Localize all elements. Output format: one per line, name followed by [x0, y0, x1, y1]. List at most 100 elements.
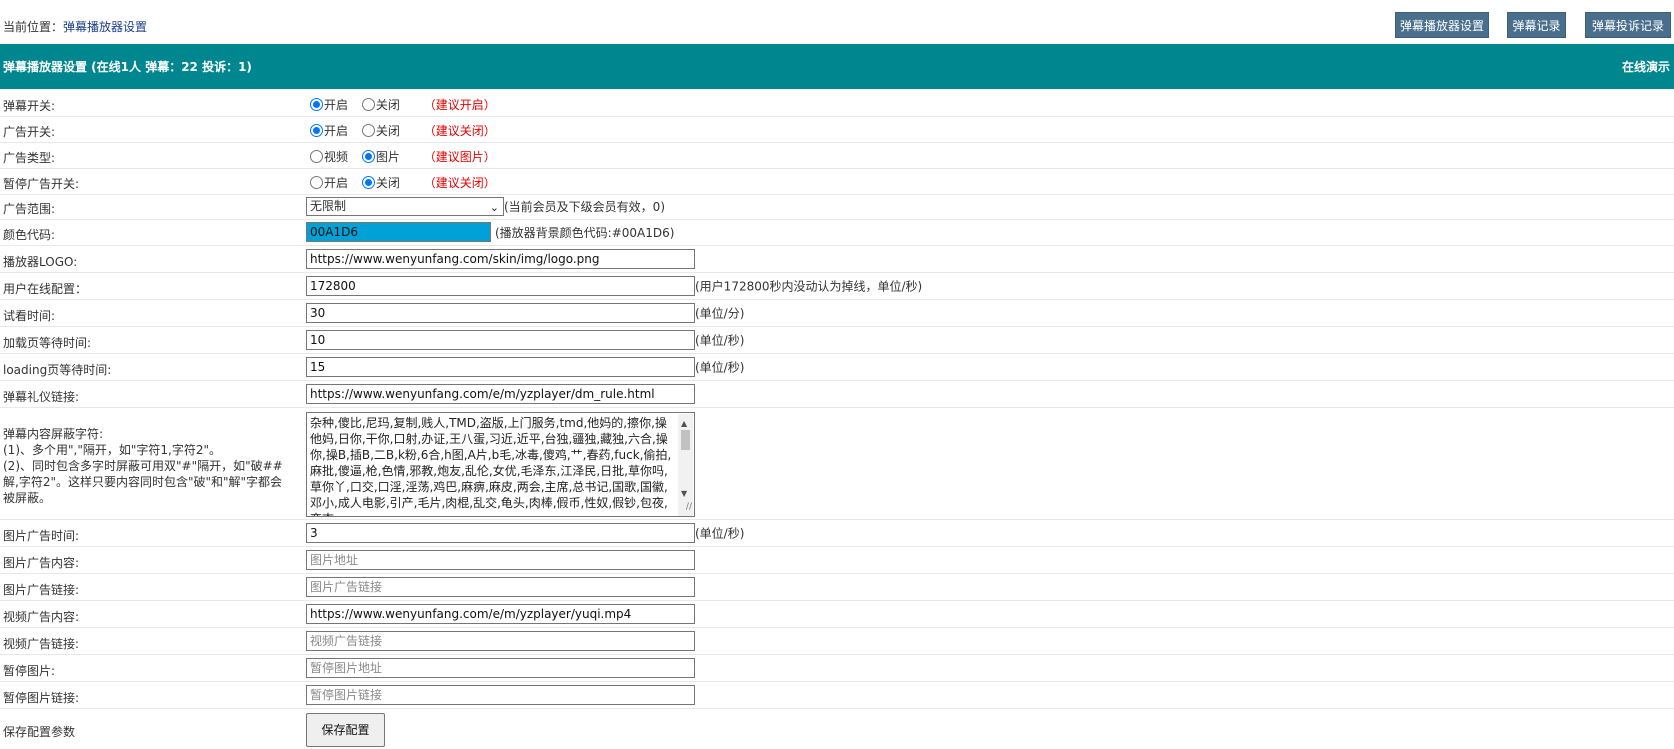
field-row-image-ad-content: 图片广告内容: 图片地址: [0, 547, 1674, 574]
unit-note: (单位/秒): [695, 360, 745, 375]
field-row-logo: 播放器LOGO: https://www.wenyunfang.com/skin…: [0, 246, 1674, 273]
load-page-wait-input[interactable]: 10: [306, 330, 695, 350]
recommendation-hint: （建议图片）: [423, 150, 496, 164]
blocked-words-row: 弹幕内容屏蔽字符: (1)、多个用","隔开，如"字符1,字符2"。 (2)、同…: [0, 408, 1674, 520]
row-label: 广告范围:: [3, 202, 56, 216]
field-row-pause-image: 暂停图片: 暂停图片地址: [0, 655, 1674, 682]
field-row-image-ad-time: 图片广告时间: 3 (单位/秒): [0, 520, 1674, 547]
option-label: 关闭: [375, 124, 400, 138]
field-row-online-config: 用户在线配置： 172800 (用户172800秒内没动认为掉线，单位/秒): [0, 273, 1674, 300]
blocked-words-rule-2: (2)、同时包含多字时屏蔽可用双"#"隔开，如"破##解,字符2"。这样只要内容…: [3, 459, 283, 505]
blocked-words-rule-1: (1)、多个用","隔开，如"字符1,字符2"。: [3, 443, 221, 457]
online-demo-link[interactable]: 在线演示: [1622, 58, 1670, 75]
radio-row-danmaku-switch: 弹幕开关: 开启 关闭 （建议开启）: [0, 91, 1674, 117]
row-label: 弹幕开关:: [3, 99, 56, 113]
unit-note: (用户172800秒内没动认为掉线，单位/秒): [695, 279, 923, 294]
image-ad-time-input[interactable]: 3: [306, 523, 695, 543]
radio-off[interactable]: [361, 176, 375, 189]
field-row-image-ad-link: 图片广告链接: 图片广告链接: [0, 574, 1674, 601]
blocked-words-label: 弹幕内容屏蔽字符: (1)、多个用","隔开，如"字符1,字符2"。 (2)、同…: [3, 426, 293, 506]
ad-scope-row: 广告范围: 无限制 ⌄ (当前会员及下级会员有效，0): [0, 195, 1674, 220]
row-label: 用户在线配置：: [3, 282, 88, 296]
row-label: 暂停图片链接:: [3, 691, 80, 705]
row-label: 暂停图片:: [3, 664, 56, 678]
player-settings-button[interactable]: 弹幕播放器设置: [1395, 12, 1489, 38]
row-label: 广告类型:: [3, 151, 56, 165]
row-label: 弹幕礼仪链接:: [3, 390, 80, 404]
radio-image[interactable]: [361, 150, 375, 163]
row-label: 图片广告时间:: [3, 529, 80, 543]
breadcrumb-current[interactable]: 弹幕播放器设置: [63, 20, 147, 34]
ad-scope-note: (当前会员及下级会员有效，0): [504, 200, 665, 214]
scroll-thumb[interactable]: [681, 430, 690, 450]
field-row-etiquette-link: 弹幕礼仪链接: https://www.wenyunfang.com/e/m/y…: [0, 381, 1674, 408]
image-ad-content-input[interactable]: 图片地址: [306, 550, 695, 570]
breadcrumb-prefix: 当前位置：: [3, 20, 64, 34]
row-label: 播放器LOGO:: [3, 255, 78, 269]
row-label: loading页等待时间:: [3, 363, 112, 377]
row-label: 加载页等待时间:: [3, 336, 92, 350]
option-label: 图片: [375, 150, 400, 164]
color-code-input[interactable]: 00A1D6: [306, 222, 491, 242]
loading-wait-input[interactable]: 15: [306, 357, 695, 377]
save-row-label: 保存配置参数: [3, 725, 76, 739]
recommendation-hint: （建议关闭）: [423, 124, 496, 138]
field-row-trial-time: 试看时间: 30 (单位/分): [0, 300, 1674, 327]
radio-on[interactable]: [310, 176, 323, 189]
row-label: 暂停广告开关:: [3, 177, 80, 191]
image-ad-link-input[interactable]: 图片广告链接: [306, 577, 695, 597]
row-label: 图片广告内容:: [3, 556, 80, 570]
field-row-loading-wait: loading页等待时间: 15 (单位/秒): [0, 354, 1674, 381]
color-code-row: 颜色代码: 00A1D6 (播放器背景颜色代码:#00A1D6): [0, 220, 1674, 246]
unit-note: (单位/分): [695, 306, 745, 321]
blocked-words-title: 弹幕内容屏蔽字符:: [3, 427, 104, 441]
video-ad-content-input[interactable]: https://www.wenyunfang.com/e/m/yzplayer/…: [306, 604, 695, 624]
row-label: 广告开关:: [3, 125, 56, 139]
breadcrumb: 当前位置：弹幕播放器设置: [3, 18, 147, 35]
option-label: 开启: [324, 124, 349, 138]
save-row: 保存配置参数 保存配置: [0, 709, 1674, 749]
video-ad-link-input[interactable]: 视频广告链接: [306, 631, 695, 651]
blocked-words-text: 杂种,傻比,尼玛,复制,贱人,TMD,盗版,上门服务,tmd,他妈的,擦你,操他…: [310, 416, 672, 516]
option-label: 开启: [324, 98, 349, 112]
online-timeout-input[interactable]: 172800: [306, 276, 695, 296]
row-label: 颜色代码:: [3, 228, 56, 242]
pause-image-link-input[interactable]: 暂停图片链接: [306, 685, 695, 705]
option-label: 关闭: [375, 176, 400, 190]
recommendation-hint: （建议关闭）: [423, 176, 496, 190]
save-config-button[interactable]: 保存配置: [306, 713, 385, 747]
row-label: 视频广告内容:: [3, 610, 80, 624]
field-row-loading-page-wait: 加载页等待时间: 10 (单位/秒): [0, 327, 1674, 354]
option-label: 关闭: [375, 98, 400, 112]
field-row-pause-image-link: 暂停图片链接: 暂停图片链接: [0, 682, 1674, 709]
radio-on[interactable]: [310, 98, 323, 111]
etiquette-link-input[interactable]: https://www.wenyunfang.com/e/m/yzplayer/…: [306, 384, 695, 404]
settings-header: 弹幕播放器设置 (在线1人 弹幕：22 投诉：1) 在线演示: [0, 44, 1674, 89]
complaint-records-button[interactable]: 弹幕投诉记录: [1585, 12, 1671, 38]
logo-url-input[interactable]: https://www.wenyunfang.com/skin/img/logo…: [306, 249, 695, 269]
recommendation-hint: （建议开启）: [423, 98, 496, 112]
radio-row-ad-switch: 广告开关: 开启 关闭 （建议关闭）: [0, 117, 1674, 143]
blocked-words-textarea[interactable]: 杂种,傻比,尼玛,复制,贱人,TMD,盗版,上门服务,tmd,他妈的,擦你,操他…: [306, 412, 695, 517]
field-row-video-ad-link: 视频广告链接: 视频广告链接: [0, 628, 1674, 655]
ad-scope-select[interactable]: 无限制 ⌄: [306, 197, 504, 216]
radio-video[interactable]: [310, 150, 323, 163]
danmaku-records-button[interactable]: 弹幕记录: [1507, 12, 1566, 38]
chevron-down-icon: ⌄: [489, 201, 499, 214]
resize-grip-icon[interactable]: ∕∕: [686, 499, 692, 515]
radio-row-pause-ad-switch: 暂停广告开关: 开启 关闭 （建议关闭）: [0, 169, 1674, 195]
trial-time-input[interactable]: 30: [306, 303, 695, 323]
row-label: 视频广告链接:: [3, 637, 80, 651]
option-label: 开启: [324, 176, 349, 190]
select-value: 无限制: [310, 199, 347, 213]
color-code-note: (播放器背景颜色代码:#00A1D6): [495, 225, 675, 240]
field-row-video-ad-content: 视频广告内容: https://www.wenyunfang.com/e/m/y…: [0, 601, 1674, 628]
top-bar: 当前位置：弹幕播放器设置 弹幕播放器设置 弹幕记录 弹幕投诉记录: [0, 0, 1674, 44]
radio-off[interactable]: [361, 98, 375, 111]
radio-row-ad-type: 广告类型: 视频 图片 （建议图片）: [0, 143, 1674, 169]
radio-off[interactable]: [361, 124, 375, 137]
pause-image-input[interactable]: 暂停图片地址: [306, 658, 695, 678]
row-label: 图片广告链接:: [3, 583, 80, 597]
radio-on[interactable]: [310, 124, 323, 137]
unit-note: (单位/秒): [695, 526, 745, 541]
